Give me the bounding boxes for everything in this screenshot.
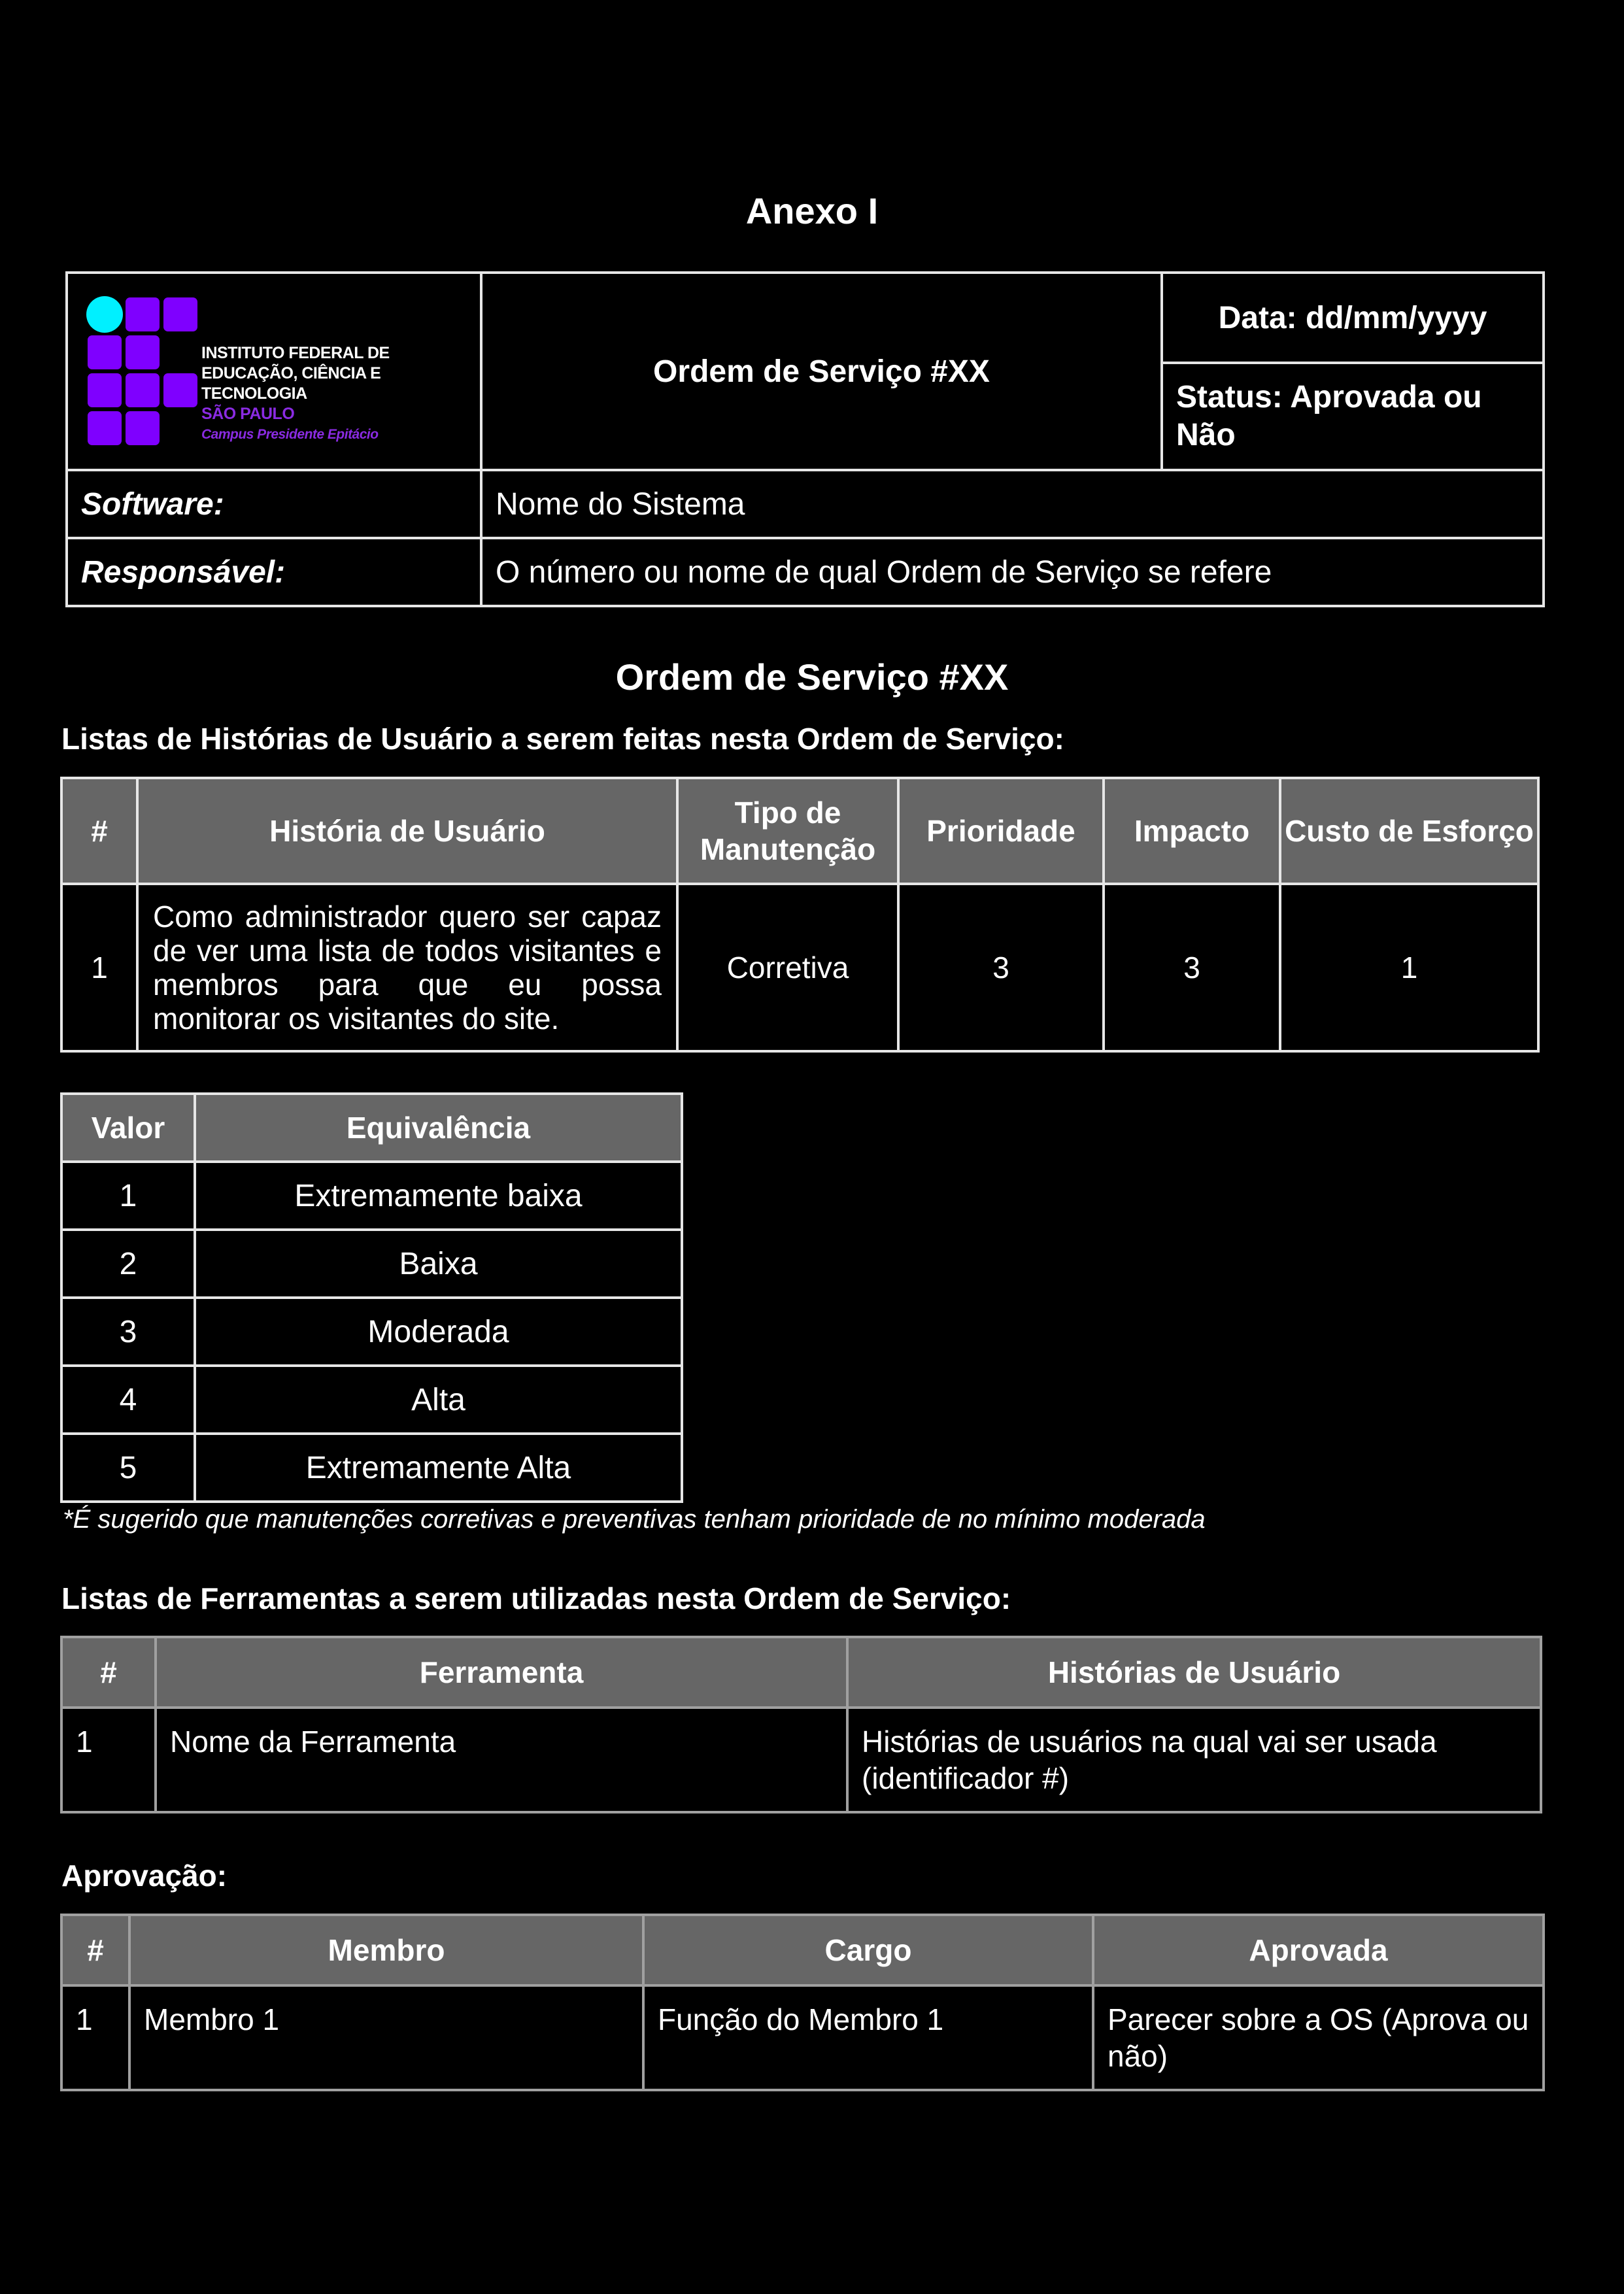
table-row: 1 Nome da Ferramenta Histórias de usuári… xyxy=(60,1706,1542,1813)
scale-value: 5 xyxy=(60,1432,196,1503)
logo-line-3: SÃO PAULO xyxy=(201,404,295,423)
column-header: História de Usuário xyxy=(136,777,679,885)
table-row: 1 Membro 1 Função do Membro 1 Parecer so… xyxy=(60,1984,1545,2091)
column-header: Cargo xyxy=(642,1914,1094,1987)
scale-label: Baixa xyxy=(194,1228,683,1299)
column-header: Histórias de Usuário xyxy=(846,1636,1542,1709)
approval-heading: Aprovação: xyxy=(61,1859,228,1893)
software-label: Software: xyxy=(65,469,482,539)
stories-heading: Listas de Histórias de Usuário a serem f… xyxy=(61,722,1064,756)
user-story-text: Como administrador quero ser capaz de ve… xyxy=(136,883,679,1053)
table-row: 1 Extremamente baixa xyxy=(60,1160,683,1231)
member-role: Função do Membro 1 xyxy=(642,1984,1094,2091)
logo-text: INSTITUTO FEDERAL DE EDUCAÇÃO, CIÊNCIA E… xyxy=(201,343,480,445)
member-name: Membro 1 xyxy=(128,1984,645,2091)
page-title: Anexo I xyxy=(745,190,879,231)
approval-table: # Membro Cargo Aprovada 1 Membro 1 Funçã… xyxy=(60,1914,1545,2091)
row-number: 1 xyxy=(60,1706,157,1813)
scale-label: Moderada xyxy=(194,1296,683,1367)
maintenance-type: Corretiva xyxy=(676,883,900,1053)
logo-line-2: EDUCAÇÃO, CIÊNCIA E TECNOLOGIA xyxy=(201,363,381,403)
column-header: # xyxy=(60,1914,131,1987)
approval-opinion: Parecer sobre a OS (Aprova ou não) xyxy=(1092,1984,1545,2091)
status-field: Status: Aprovada ou Não xyxy=(1160,362,1545,471)
scale-value: 2 xyxy=(60,1228,196,1299)
tool-stories: Histórias de usuários na qual vai ser us… xyxy=(846,1706,1542,1813)
effort-value: 1 xyxy=(1279,883,1540,1053)
institution-logo: INSTITUTO FEDERAL DE EDUCAÇÃO, CIÊNCIA E… xyxy=(68,296,480,445)
footnote: *É sugerido que manutenções corretivas e… xyxy=(63,1505,1206,1534)
logo-line-4: Campus Presidente Epitácio xyxy=(201,426,379,442)
responsible-label: Responsável: xyxy=(65,537,482,607)
scale-value: 4 xyxy=(60,1364,196,1435)
row-number: 1 xyxy=(60,1984,131,2091)
impact-value: 3 xyxy=(1102,883,1281,1053)
table-row: 5 Extremamente Alta xyxy=(60,1432,683,1503)
row-number: 1 xyxy=(60,883,139,1053)
header-table: INSTITUTO FEDERAL DE EDUCAÇÃO, CIÊNCIA E… xyxy=(65,271,1545,607)
scale-value: 1 xyxy=(60,1160,196,1231)
column-header: Aprovada xyxy=(1092,1914,1545,1987)
column-header: Valor xyxy=(60,1092,196,1163)
date-field: Data: dd/mm/yyyy xyxy=(1160,271,1545,365)
column-header: Impacto xyxy=(1102,777,1281,885)
section-title: Ordem de Serviço #XX xyxy=(615,656,1009,698)
column-header: Equivalência xyxy=(194,1092,683,1163)
scale-table: Valor Equivalência 1 Extremamente baixa … xyxy=(60,1092,683,1503)
logo-cell: INSTITUTO FEDERAL DE EDUCAÇÃO, CIÊNCIA E… xyxy=(65,271,482,471)
table-row: 4 Alta xyxy=(60,1364,683,1435)
priority-value: 3 xyxy=(897,883,1105,1053)
scale-label: Alta xyxy=(194,1364,683,1435)
column-header: # xyxy=(60,1636,157,1709)
logo-line-1: INSTITUTO FEDERAL DE xyxy=(201,343,390,362)
table-row: 2 Baixa xyxy=(60,1228,683,1299)
table-row: 3 Moderada xyxy=(60,1296,683,1367)
column-header: Ferramenta xyxy=(154,1636,849,1709)
column-header: Custo de Esforço xyxy=(1279,777,1540,885)
column-header: Prioridade xyxy=(897,777,1105,885)
column-header: Membro xyxy=(128,1914,645,1987)
scale-value: 3 xyxy=(60,1296,196,1367)
tool-name: Nome da Ferramenta xyxy=(154,1706,849,1813)
os-title: Ordem de Serviço #XX xyxy=(480,271,1163,471)
scale-label: Extremamente baixa xyxy=(194,1160,683,1231)
tools-table: # Ferramenta Histórias de Usuário 1 Nome… xyxy=(60,1636,1542,1813)
column-header: # xyxy=(60,777,139,885)
scale-label: Extremamente Alta xyxy=(194,1432,683,1503)
logo-mark-icon xyxy=(86,296,197,445)
responsible-value: O número ou nome de qual Ordem de Serviç… xyxy=(480,537,1545,607)
user-stories-table: # História de Usuário Tipo de Manutenção… xyxy=(60,777,1540,1053)
tools-heading: Listas de Ferramentas a serem utilizadas… xyxy=(61,1581,1011,1615)
software-value: Nome do Sistema xyxy=(480,469,1545,539)
table-row: 1 Como administrador quero ser capaz de … xyxy=(60,883,1540,1053)
column-header: Tipo de Manutenção xyxy=(676,777,900,885)
